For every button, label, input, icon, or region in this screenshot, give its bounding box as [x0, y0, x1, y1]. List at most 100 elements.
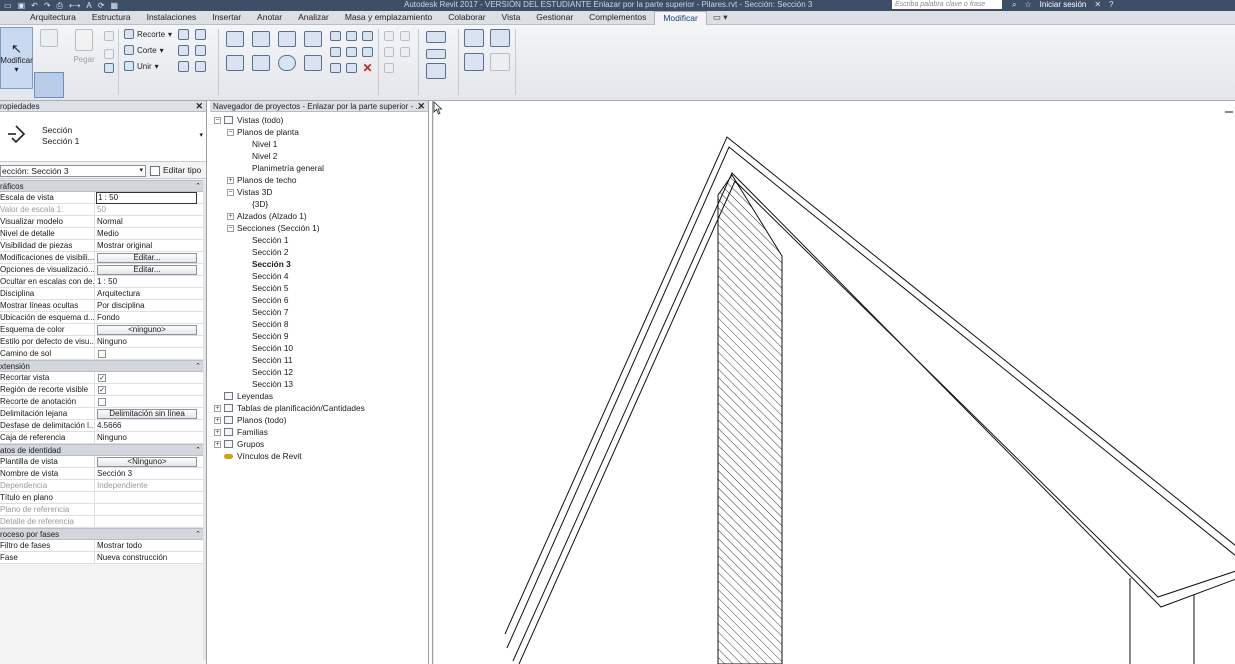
tree-node[interactable]: − Planos de planta: [227, 126, 299, 138]
create-assembly-icon[interactable]: [464, 53, 484, 71]
property-value[interactable]: Ninguno: [97, 336, 197, 348]
offset-icon[interactable]: [252, 31, 270, 47]
tree-node[interactable]: {3D}: [252, 198, 268, 210]
drawing-area[interactable]: [432, 101, 1235, 664]
tree-node[interactable]: Sección 7: [252, 306, 288, 318]
expand-icon[interactable]: +: [214, 404, 221, 412]
property-value[interactable]: Sección 3: [97, 468, 197, 480]
measure-icon[interactable]: ⟷: [69, 0, 80, 11]
angle-icon[interactable]: [426, 63, 446, 79]
tab-modificar[interactable]: Modificar: [654, 10, 707, 25]
paste-button[interactable]: Pegar: [70, 29, 98, 89]
create-group-icon[interactable]: [464, 29, 484, 47]
align-icon[interactable]: [226, 31, 244, 47]
text-icon[interactable]: A: [86, 0, 91, 11]
property-value[interactable]: Arquitectura: [97, 288, 197, 300]
type-properties-button[interactable]: [34, 72, 64, 98]
signin-link[interactable]: Iniciar sesión: [1040, 0, 1087, 9]
property-button[interactable]: <Ninguno>: [97, 457, 197, 467]
property-value[interactable]: Por disciplina: [97, 300, 197, 312]
brush-icon[interactable]: [384, 47, 394, 57]
light-icon[interactable]: [384, 31, 394, 41]
expand-icon[interactable]: +: [227, 176, 234, 184]
tree-node[interactable]: Sección 11: [252, 354, 292, 366]
group-identity[interactable]: atos de identidad ⌃: [0, 444, 205, 456]
paint-icon[interactable]: [178, 45, 189, 56]
property-value[interactable]: [97, 492, 197, 504]
tab-arquitectura[interactable]: Arquitectura: [22, 11, 84, 24]
tree-node[interactable]: Vínculos de Revit: [214, 450, 302, 462]
property-value[interactable]: Normal: [97, 216, 197, 228]
property-value[interactable]: Medio: [97, 228, 197, 240]
tree-node[interactable]: Nivel 2: [252, 150, 277, 162]
tab-colaborar[interactable]: Colaborar: [440, 11, 493, 24]
tree-node[interactable]: Planimetría general: [252, 162, 324, 174]
array-icon[interactable]: [330, 47, 341, 57]
cut-icon[interactable]: [104, 31, 114, 41]
property-value[interactable]: 50: [97, 204, 197, 216]
tab-masa-y-emplazamiento[interactable]: Masa y emplazamiento: [337, 11, 440, 24]
wall-joins-icon[interactable]: [178, 29, 189, 40]
property-value[interactable]: Mostrar original: [97, 240, 197, 252]
cut-geometry-button[interactable]: Corte ▾: [124, 45, 164, 55]
pick-icon[interactable]: [178, 61, 189, 72]
tree-node[interactable]: Sección 9: [252, 330, 288, 342]
expand-icon[interactable]: +: [214, 428, 221, 436]
close-icon[interactable]: ✕: [195, 101, 203, 112]
collapse-icon[interactable]: −: [214, 116, 221, 124]
edit-type-button[interactable]: Editar tipo: [150, 165, 201, 176]
redo-icon[interactable]: ↷: [44, 0, 51, 11]
split-gap-icon[interactable]: [346, 31, 357, 41]
property-value[interactable]: Nueva construcción: [97, 552, 197, 564]
help-icon[interactable]: ?: [1109, 0, 1113, 9]
exchange-icon[interactable]: ✕: [1094, 0, 1101, 9]
undo-icon[interactable]: ↶: [31, 0, 38, 11]
tab-instalaciones[interactable]: Instalaciones: [139, 11, 205, 24]
property-checkbox[interactable]: [98, 398, 106, 406]
property-button[interactable]: Editar...: [97, 253, 197, 263]
sync-icon[interactable]: ⟳: [98, 0, 105, 11]
instance-filter-select[interactable]: ección: Sección 3 ▾: [0, 165, 146, 177]
measure-between-icon[interactable]: [426, 31, 446, 43]
tab-insertar[interactable]: Insertar: [204, 11, 249, 24]
split-face-icon[interactable]: [195, 29, 206, 40]
trim-extend-icon[interactable]: [304, 55, 322, 71]
split-icon[interactable]: [330, 31, 341, 41]
close-hidden-icon[interactable]: ▦: [110, 0, 118, 11]
expand-icon[interactable]: +: [214, 440, 221, 448]
tree-node[interactable]: + Planos (todo): [214, 414, 286, 426]
tab-gestionar[interactable]: Gestionar: [528, 11, 581, 24]
property-value[interactable]: 4.5666: [97, 420, 197, 432]
similar-icon[interactable]: [490, 53, 510, 71]
tree-node[interactable]: − Vistas 3D: [227, 186, 272, 198]
tree-node[interactable]: Sección 2: [252, 246, 288, 258]
chevron-down-icon[interactable]: ▾: [199, 131, 203, 139]
tree-node[interactable]: Leyendas: [214, 390, 273, 402]
tree-node[interactable]: − Vistas (todo): [214, 114, 283, 126]
property-value[interactable]: [97, 516, 197, 528]
copy-icon[interactable]: [104, 49, 114, 59]
pin-icon[interactable]: [362, 47, 373, 57]
mirror-axis-icon[interactable]: [278, 31, 296, 47]
rotate-icon[interactable]: [278, 55, 296, 71]
contextual-tab-toggle[interactable]: ▭ ▾: [707, 12, 734, 23]
collapse-icon[interactable]: −: [227, 188, 234, 196]
property-button[interactable]: Delimitación sin línea: [97, 409, 197, 419]
tree-node[interactable]: Sección 6: [252, 294, 288, 306]
tree-node[interactable]: Nivel 1: [252, 138, 277, 150]
linework-icon[interactable]: [400, 47, 410, 57]
tree-node[interactable]: Sección 5: [252, 282, 288, 294]
tree-node[interactable]: + Familias: [214, 426, 268, 438]
trim-button[interactable]: Recorte ▾: [124, 29, 172, 39]
match-properties-icon[interactable]: [104, 63, 114, 73]
tree-node[interactable]: Sección 10: [252, 342, 293, 354]
open-icon[interactable]: ▭: [4, 0, 12, 11]
property-value[interactable]: Ninguno: [97, 432, 197, 444]
copy-element-icon[interactable]: [252, 55, 270, 71]
tree-node[interactable]: + Planos de techo: [227, 174, 297, 186]
properties-icon[interactable]: [40, 29, 58, 47]
collapse-icon[interactable]: −: [227, 224, 234, 232]
group-extents[interactable]: xtensión ⌃: [0, 360, 205, 372]
view-tools-icon[interactable]: [400, 31, 410, 41]
dimension-icon[interactable]: [426, 49, 446, 59]
